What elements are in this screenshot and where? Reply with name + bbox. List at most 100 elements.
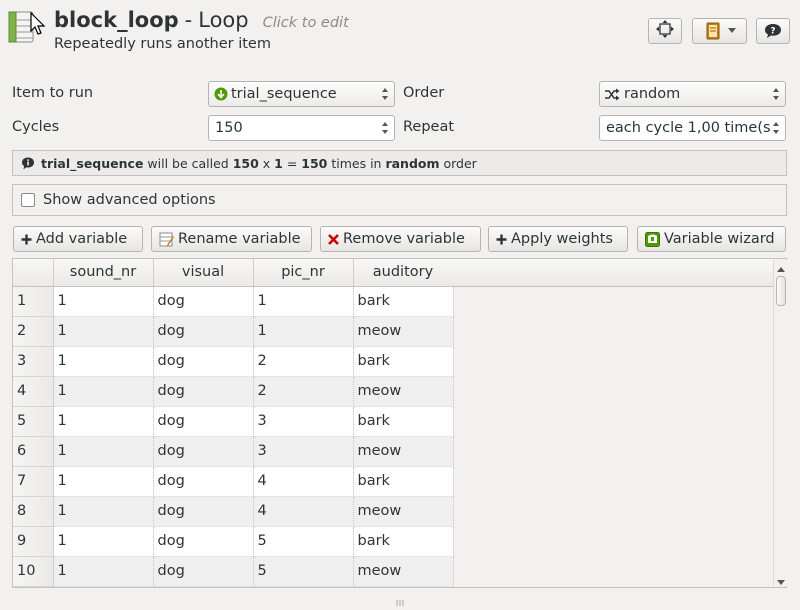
row-number[interactable]: 7	[13, 466, 54, 497]
table-cell[interactable]: 1	[53, 286, 154, 317]
item-to-run-combo[interactable]: trial_sequence	[208, 81, 395, 107]
table-cell[interactable]: 1	[53, 346, 154, 377]
item-description[interactable]: Repeatedly runs another item	[54, 36, 271, 52]
row-number[interactable]: 5	[13, 406, 54, 437]
scroll-down-icon[interactable]	[776, 574, 786, 590]
add-variable-button[interactable]: Add variable	[13, 226, 143, 252]
repeat-spinbox[interactable]: each cycle 1,00 time(s)	[599, 115, 786, 141]
plus-icon	[496, 234, 507, 245]
table-cell[interactable]: dog	[153, 496, 254, 527]
sequence-item-icon	[214, 87, 228, 101]
table-cell[interactable]: meow	[353, 376, 454, 407]
item-to-run-label: Item to run	[12, 85, 94, 101]
table-cell[interactable]: 5	[253, 526, 354, 557]
resize-grip-icon[interactable]	[395, 594, 405, 606]
table-cell[interactable]: 1	[53, 466, 154, 497]
table-cell[interactable]: 1	[53, 496, 154, 527]
table-cell[interactable]: 3	[253, 436, 354, 467]
column-header[interactable]: auditory	[353, 259, 454, 287]
table-cell[interactable]: dog	[153, 436, 254, 467]
item-name[interactable]: block_loop	[54, 8, 179, 32]
row-number[interactable]: 3	[13, 346, 54, 377]
book-menu-icon	[704, 22, 722, 40]
corner-header[interactable]	[13, 259, 54, 287]
table-cell[interactable]: 1	[53, 316, 154, 347]
row-number[interactable]: 8	[13, 496, 54, 527]
table-cell[interactable]: bark	[353, 466, 454, 497]
table-cell[interactable]: 1	[53, 526, 154, 557]
table-cell[interactable]: 4	[253, 496, 354, 527]
table-cell[interactable]: dog	[153, 286, 254, 317]
table-cell[interactable]: dog	[153, 316, 254, 347]
table-cell[interactable]: meow	[353, 496, 454, 527]
table-cell[interactable]: dog	[153, 406, 254, 437]
order-combo[interactable]: random	[599, 81, 786, 107]
table-cell[interactable]: 1	[253, 286, 354, 317]
table-row: 3 1 dog 2 bark	[13, 346, 454, 377]
table-row: 5 1 dog 3 bark	[13, 406, 454, 437]
table-cell[interactable]: 1	[53, 436, 154, 467]
table-cell[interactable]: bark	[353, 286, 454, 317]
variable-wizard-button[interactable]: Variable wizard	[637, 226, 786, 252]
combo-arrows-icon	[380, 85, 390, 103]
table-cell[interactable]: bark	[353, 526, 454, 557]
table-row: 7 1 dog 4 bark	[13, 466, 454, 497]
table-cell[interactable]: 2	[253, 376, 354, 407]
row-number[interactable]: 9	[13, 526, 54, 557]
scrollbar-thumb[interactable]	[776, 276, 786, 306]
advanced-options-row: Show advanced options	[12, 184, 787, 216]
row-number[interactable]: 2	[13, 316, 54, 347]
help-icon: ?	[764, 23, 782, 39]
apply-weights-button[interactable]: Apply weights	[488, 226, 628, 252]
table-cell[interactable]: bark	[353, 406, 454, 437]
table-cell[interactable]: meow	[353, 556, 454, 587]
summary-text: =	[282, 155, 302, 171]
table-cell[interactable]: 1	[53, 556, 154, 587]
table-cell[interactable]: meow	[353, 316, 454, 347]
table-cell[interactable]: 1	[253, 316, 354, 347]
remove-variable-button[interactable]: Remove variable	[320, 226, 481, 252]
table-row: 4 1 dog 2 meow	[13, 376, 454, 407]
spin-arrows-icon[interactable]	[380, 119, 390, 137]
table-cell[interactable]: bark	[353, 346, 454, 377]
table-row: 9 1 dog 5 bark	[13, 526, 454, 557]
table-cell[interactable]: dog	[153, 526, 254, 557]
summary-total: 150	[301, 155, 328, 171]
table-cell[interactable]: 1	[53, 406, 154, 437]
show-advanced-label[interactable]: Show advanced options	[43, 192, 216, 208]
table-cell[interactable]: dog	[153, 556, 254, 587]
table-cell[interactable]: dog	[153, 466, 254, 497]
loop-summary: trial_sequence will be called 150 x 1 = …	[12, 150, 787, 176]
item-title[interactable]: block_loop - Loop Click to edit	[54, 8, 349, 36]
column-header[interactable]: visual	[153, 259, 254, 287]
mouse-pointer-icon	[30, 11, 46, 36]
row-number[interactable]: 10	[13, 556, 54, 587]
column-header[interactable]: pic_nr	[253, 259, 354, 287]
row-number[interactable]: 6	[13, 436, 54, 467]
info-icon	[21, 157, 35, 170]
spin-arrows-icon[interactable]	[771, 119, 781, 137]
center-view-button[interactable]	[648, 18, 682, 44]
summary-text: order	[439, 155, 477, 171]
click-to-edit-hint[interactable]: Click to edit	[263, 15, 349, 31]
table-cell[interactable]: 1	[53, 376, 154, 407]
help-button[interactable]: ?	[756, 18, 790, 44]
table-cell[interactable]: 2	[253, 346, 354, 377]
rename-variable-button[interactable]: Rename variable	[151, 226, 312, 252]
table-cell[interactable]: dog	[153, 346, 254, 377]
cycles-spinbox[interactable]: 150	[208, 115, 395, 141]
table-cell[interactable]: meow	[353, 436, 454, 467]
row-number[interactable]: 4	[13, 376, 54, 407]
order-value: random	[624, 86, 681, 102]
table-cell[interactable]: 3	[253, 406, 354, 437]
move-center-icon	[656, 20, 674, 42]
show-advanced-checkbox[interactable]	[21, 193, 35, 207]
table-cell[interactable]: 5	[253, 556, 354, 587]
item-menu-button[interactable]	[692, 18, 747, 44]
row-number[interactable]: 1	[13, 286, 54, 317]
table-cell[interactable]: 4	[253, 466, 354, 497]
summary-text: x	[258, 155, 275, 171]
table-vertical-scrollbar[interactable]	[773, 260, 787, 586]
column-header[interactable]: sound_nr	[53, 259, 154, 287]
table-cell[interactable]: dog	[153, 376, 254, 407]
